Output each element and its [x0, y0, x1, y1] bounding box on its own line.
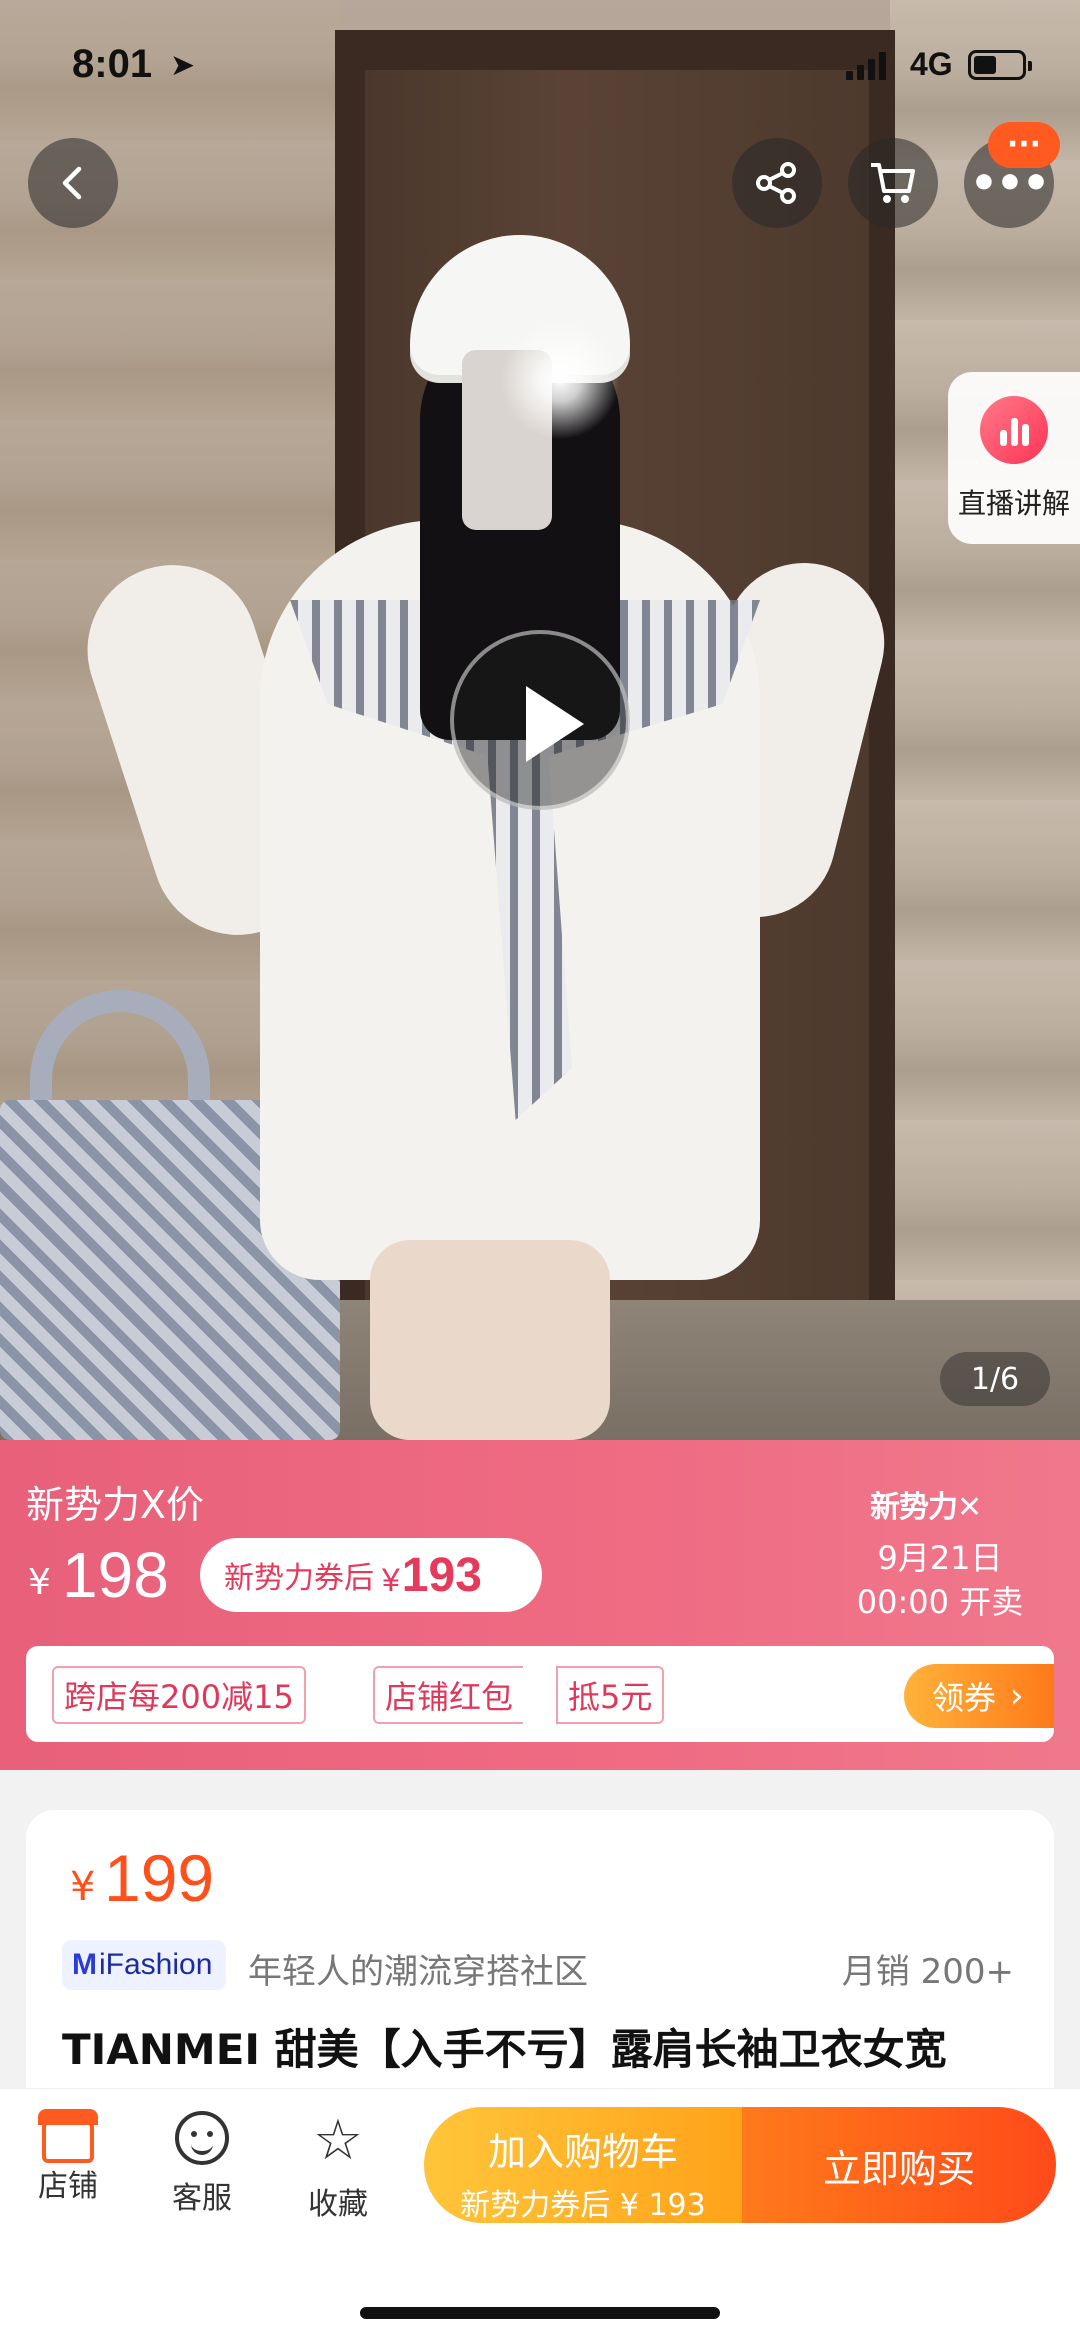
- promo-currency: ¥: [28, 1562, 51, 1603]
- favorite-label: 收藏: [308, 2187, 368, 2222]
- store-button[interactable]: 店铺: [8, 2109, 128, 2205]
- favorite-button[interactable]: ☆ 收藏: [278, 2111, 398, 2223]
- battery-icon: [968, 50, 1032, 80]
- store-icon: [38, 2109, 98, 2163]
- star-icon: ☆: [312, 2108, 364, 2173]
- product-title: TIANMEI 甜美【入手不亏】露肩长袖卫衣女宽: [62, 2025, 947, 2074]
- store-label: 店铺: [38, 2169, 98, 2204]
- cart-button[interactable]: [848, 138, 938, 228]
- ifashion-badge[interactable]: M iFashion: [62, 1940, 226, 1990]
- add-to-cart-label: 加入购物车: [487, 2130, 678, 2174]
- signal-icon: [846, 52, 888, 80]
- promo-title: 新势力X价: [26, 1483, 205, 1527]
- chevron-right-icon: ›: [1010, 1676, 1024, 1716]
- store-red-packet-tag[interactable]: 店铺红包: [373, 1666, 524, 1724]
- coupon-bar: 跨店每200减15 店铺红包 抵5元 领券 ›: [26, 1646, 1054, 1742]
- network-type: 4G: [910, 46, 953, 82]
- coupon-currency: ¥: [382, 1561, 400, 1598]
- live-explain-label: 直播讲解: [957, 487, 1070, 520]
- bottom-action-bar: 店铺 客服 ☆ 收藏 加入购物车 新势力券后 ¥ 193 立即购买: [0, 2088, 1080, 2339]
- cross-store-discount-tag[interactable]: 跨店每200减15: [52, 1666, 306, 1724]
- monthly-sales: 月销 200+: [841, 1952, 1014, 1992]
- camera-flash: [500, 320, 620, 440]
- status-bar: 8:01 ➤ 4G: [0, 0, 1080, 130]
- claim-coupon-button[interactable]: 领券 ›: [904, 1664, 1054, 1728]
- sale-start: 9月21日 00:00 开卖: [800, 1536, 1080, 1624]
- add-to-cart-button[interactable]: 加入购物车 新势力券后 ¥ 193: [424, 2107, 742, 2223]
- customer-service-button[interactable]: 客服: [142, 2111, 262, 2217]
- location-arrow-icon: ➤: [170, 48, 196, 83]
- product-price: 199: [104, 1841, 215, 1915]
- home-indicator: [360, 2307, 720, 2319]
- image-pager: 1/6: [940, 1352, 1050, 1406]
- sale-date: 9月21日: [877, 1539, 1003, 1577]
- brand-slogan: 年轻人的潮流穿搭社区: [248, 1952, 588, 1992]
- status-time: 8:01: [72, 42, 153, 86]
- claim-coupon-label: 领券: [932, 1679, 997, 1717]
- xinshili-logo: 新势力✕: [870, 1490, 982, 1525]
- live-bars-icon: [980, 396, 1048, 464]
- buy-now-button[interactable]: 立即购买: [742, 2107, 1056, 2223]
- coupon-price-pill: 新势力券后 ¥193: [200, 1538, 542, 1612]
- model-legs: [370, 1240, 610, 1440]
- ifashion-logo-icon: M: [72, 1948, 97, 1981]
- sale-time: 00:00 开卖: [856, 1583, 1024, 1621]
- cart-icon: [871, 163, 915, 203]
- live-explain-tab[interactable]: 直播讲解: [948, 372, 1080, 544]
- add-to-cart-coupon-price: 新势力券后 ¥ 193: [460, 2188, 706, 2223]
- coupon-price-value: 193: [401, 1548, 482, 1602]
- customer-service-icon: [175, 2111, 229, 2165]
- customer-service-label: 客服: [172, 2181, 232, 2216]
- message-badge: ···: [988, 122, 1060, 168]
- coupon-price-label: 新势力券后: [224, 1561, 374, 1596]
- back-button[interactable]: [28, 138, 118, 228]
- promo-price: 198: [62, 1539, 169, 1611]
- back-arrow-icon: [62, 166, 82, 200]
- coupon-price: ¥193: [382, 1548, 482, 1603]
- share-icon: [756, 162, 796, 204]
- price-currency: ¥: [70, 1864, 96, 1910]
- red-packet-value-tag[interactable]: 抵5元: [556, 1666, 665, 1724]
- ifashion-name: iFashion: [99, 1948, 213, 1981]
- product-info-card: ¥ 199 M iFashion 年轻人的潮流穿搭社区 月销 200+ TIAN…: [26, 1810, 1054, 2100]
- share-button[interactable]: [732, 138, 822, 228]
- play-video-button[interactable]: [450, 630, 630, 810]
